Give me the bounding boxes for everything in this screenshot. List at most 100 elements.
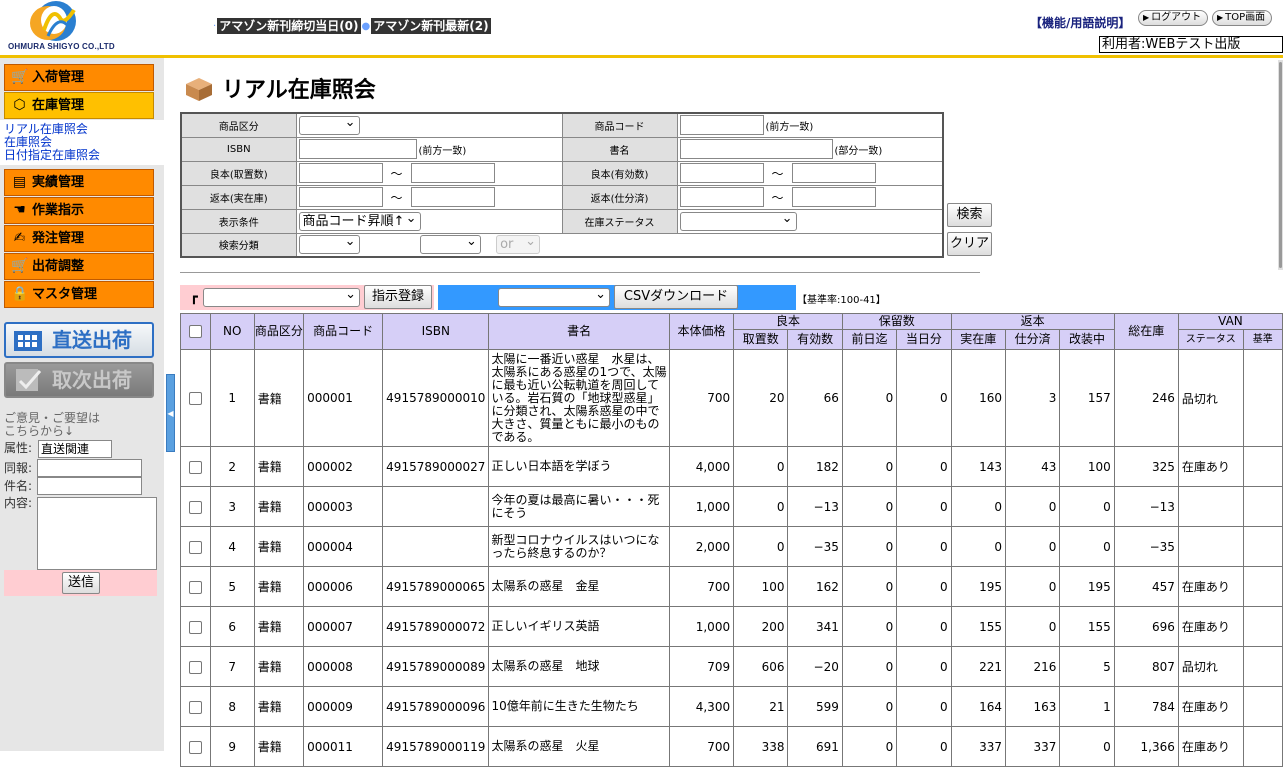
col-no: NO (209, 313, 255, 350)
cell-type: 書籍 (253, 606, 305, 647)
table-row[interactable]: 9 書籍 000011 4915789000119 太陽系の惑星 火星 700 338 691… (180, 726, 1283, 767)
cell-reserved: 0 (733, 446, 789, 487)
sidebar-item-master[interactable]: 🔒 マスタ管理 (4, 281, 154, 308)
stock-status-select[interactable] (679, 210, 797, 231)
sidebar-item-shipping-adjust[interactable]: 🛒 出荷調整 (4, 253, 154, 280)
cell-ret-actual: 164 (950, 686, 1006, 727)
cell-name: 正しいイギリス英語 (488, 606, 670, 647)
table-row[interactable]: 5 書籍 000006 4915789000065 太陽系の惑星 金星 700 100 162… (180, 566, 1283, 607)
book-name-input[interactable] (679, 139, 833, 159)
product-type-select[interactable] (298, 114, 360, 135)
sidebar-item-inventory[interactable]: ⬡ 在庫管理 (4, 92, 154, 119)
cell-no: 9 (209, 726, 255, 767)
row-checkbox[interactable] (188, 392, 202, 405)
inventory-submenu: リアル在庫照会 在庫照会 日付指定在庫照会 (0, 120, 164, 165)
subject-input[interactable] (37, 477, 142, 495)
cell-code: 000003 (303, 486, 384, 527)
good-valid-to-input[interactable] (791, 163, 876, 183)
table-row[interactable]: 1 書籍 000001 4915789000010 太陽に一番近い惑星 水星は、太陽系に… (180, 349, 1283, 447)
sidebar-item-inbound[interactable]: 🛒 入荷管理 (4, 64, 154, 91)
table-row[interactable]: 4 書籍 000004 新型コロナウイルスはいつになったら終息するのか？ 2,000 0−… (180, 526, 1283, 567)
top-page-button[interactable]: ▶ TOP画面 (1212, 10, 1273, 26)
returned-sorted-to-input[interactable] (791, 187, 876, 207)
sidebar-item-ordering[interactable]: ✍ 発注管理 (4, 225, 154, 252)
cell-reserved: 200 (733, 606, 789, 647)
page-title: リアル在庫照会 (222, 78, 376, 103)
sidebar-item-results[interactable]: ▤ 実績管理 (4, 169, 154, 196)
sidebar-item-label: 入荷管理 (32, 70, 85, 85)
cell-total: −13 (1113, 486, 1179, 527)
direct-ship-button[interactable]: 直送出荷 (4, 322, 154, 358)
row-checkbox[interactable] (188, 740, 202, 754)
csv-download-button[interactable]: CSVダウンロード (614, 285, 738, 309)
row-checkbox[interactable] (188, 700, 202, 714)
instruct-register-button[interactable]: 指示登録 (364, 285, 432, 309)
attr-select[interactable]: 直送関連 (38, 440, 112, 458)
csv-type-select[interactable] (498, 286, 610, 307)
instruction-select[interactable] (203, 286, 360, 307)
good-valid-from-input[interactable] (679, 163, 764, 183)
cell-hold-today: 0 (896, 349, 952, 447)
logout-button[interactable]: ▶ ログアウト (1138, 10, 1209, 26)
cell-van-status (1177, 486, 1244, 527)
good-reserved-to-input[interactable] (410, 163, 495, 183)
search-button[interactable]: 検索 (947, 203, 992, 227)
cell-isbn: 4915789000089 (382, 646, 490, 687)
returned-actual-to-input[interactable] (410, 187, 495, 207)
cell-ret-sorted: 43 (1004, 446, 1061, 487)
sidebar-collapse-handle[interactable]: ◀ (166, 374, 175, 452)
table-row[interactable]: 8 書籍 000009 4915789000096 10億年前に生きた生物たち 4,300… (180, 686, 1283, 727)
cell-hold-prev: 0 (841, 486, 898, 527)
cell-ret-repair: 0 (1059, 486, 1115, 527)
cell-hold-today: 0 (896, 526, 952, 567)
table-row[interactable]: 2 書籍 000002 4915789000027 正しい日本語を学ぼう 4,000 0 18… (180, 446, 1283, 487)
page-scrollbar-thumb[interactable] (1279, 62, 1282, 268)
news-item-amazon-deadline[interactable]: アマゾン新刊締切当日(0) (217, 18, 361, 34)
range-tilde: ～ (771, 190, 784, 205)
stock-status-label: 在庫ステータス (561, 208, 678, 234)
display-condition-select[interactable]: 商品コード昇順↑ (298, 210, 421, 231)
good-reserved-from-input[interactable] (298, 163, 383, 183)
row-checkbox[interactable] (188, 580, 202, 594)
content-textarea[interactable] (37, 497, 157, 570)
row-checkbox[interactable] (188, 620, 202, 634)
header-divider (0, 55, 1283, 58)
cell-name: 太陽系の惑星 火星 (488, 726, 670, 767)
sidebar-item-work-order[interactable]: ☚ 作業指示 (4, 197, 154, 224)
table-row[interactable]: 6 書籍 000007 4915789000072 正しいイギリス英語 1,000 200 3… (180, 606, 1283, 647)
send-button[interactable]: 送信 (62, 572, 100, 594)
header: OHMURA SHIGYO CO.,LTD · アマゾン新刊締切当日(0) ● … (0, 0, 1283, 58)
agency-ship-button[interactable]: 取次出荷 (4, 362, 154, 398)
row-checkbox[interactable] (188, 500, 202, 514)
returned-actual-from-input[interactable] (298, 187, 383, 207)
help-link[interactable]: 【機能/用語説明】 (1030, 14, 1130, 31)
cell-price: 1,000 (668, 606, 735, 647)
company-logo[interactable]: OHMURA SHIGYO CO.,LTD (4, 0, 115, 54)
building-icon (14, 331, 42, 351)
select-all-checkbox[interactable] (188, 325, 202, 338)
col-hold: 保留数 (841, 313, 952, 330)
row-checkbox[interactable] (188, 460, 202, 474)
table-row[interactable]: 3 書籍 000003 今年の夏は最高に暑い・・・死にそう 1,000 0 −13 0 0 0 0 0… (180, 486, 1283, 527)
row-checkbox[interactable] (188, 660, 202, 674)
cell-hold-today: 0 (896, 726, 952, 767)
cell-ret-repair: 100 (1059, 446, 1115, 487)
search-form: 商品区分 商品コード (前方一致) ISBN (前方一致) 書名 (部分一致) … (180, 112, 944, 258)
report-input[interactable] (37, 459, 142, 477)
col-price: 本体価格 (668, 313, 735, 350)
cell-reserved: 0 (733, 486, 789, 527)
returned-sorted-from-input[interactable] (679, 187, 764, 207)
product-code-input[interactable] (679, 115, 764, 136)
clear-button[interactable]: クリア (947, 232, 992, 256)
isbn-input[interactable] (298, 139, 417, 159)
attr-label: 属性: (4, 441, 33, 455)
table-row[interactable]: 7 書籍 000008 4915789000089 太陽系の惑星 地球 709 606 −20… (180, 646, 1283, 687)
cell-ret-actual: 195 (950, 566, 1006, 607)
row-checkbox[interactable] (188, 540, 202, 554)
submenu-dated-stock[interactable]: 日付指定在庫照会 (4, 149, 160, 162)
cell-total: 784 (1113, 686, 1179, 727)
news-item-amazon-latest[interactable]: アマゾン新刊最新(2) (371, 18, 491, 34)
search-type-select-1[interactable] (298, 233, 360, 255)
search-type-select-2[interactable] (419, 233, 481, 255)
cell-isbn: 4915789000065 (382, 566, 490, 607)
